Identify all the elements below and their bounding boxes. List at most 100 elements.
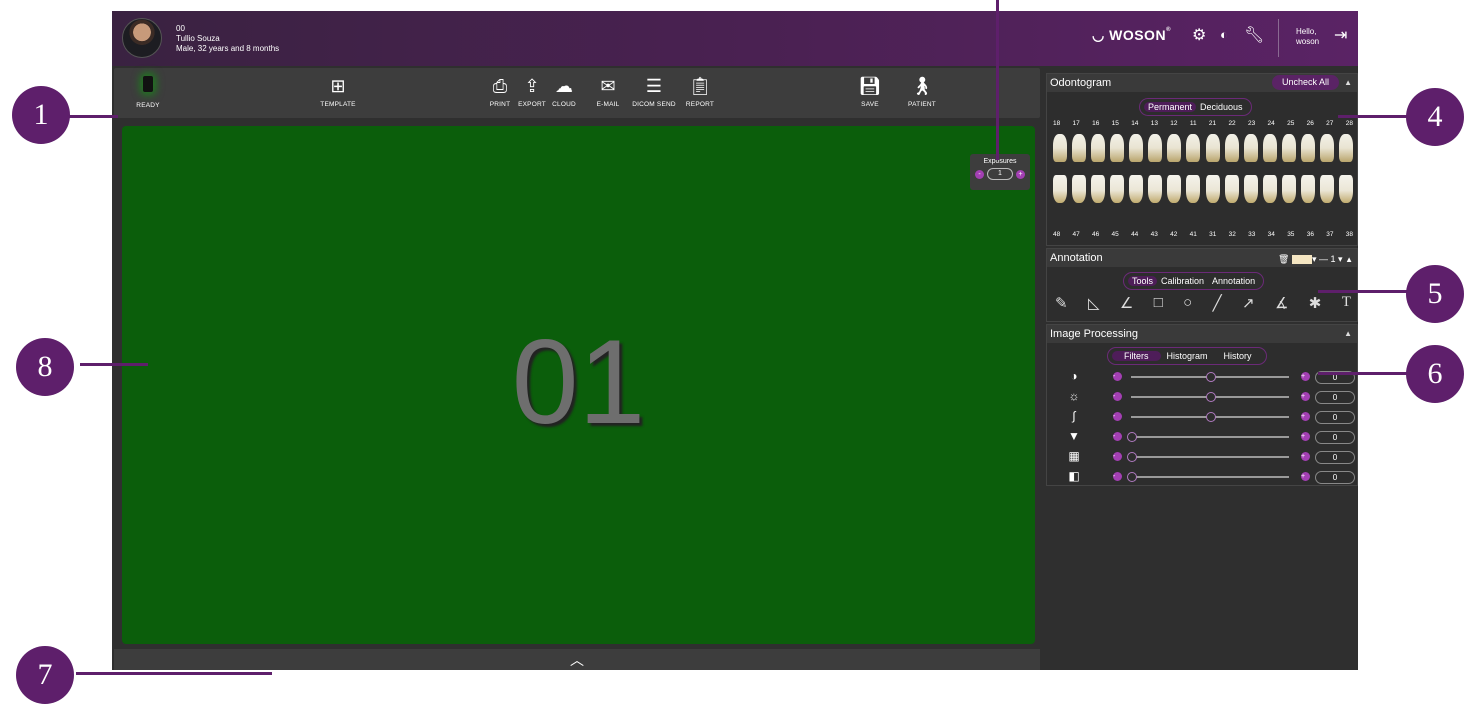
filter-slider[interactable] [1127, 432, 1289, 442]
color-swatch[interactable] [1291, 255, 1312, 265]
tooth-14[interactable] [1129, 134, 1144, 162]
text-icon[interactable]: T [1342, 294, 1351, 312]
filter-increment-button[interactable]: + [1301, 412, 1310, 421]
rectangle-icon[interactable]: □ [1154, 294, 1163, 312]
ready-button[interactable]: READY [118, 74, 178, 109]
tooth-32[interactable] [1224, 175, 1239, 203]
exposures-increment-button[interactable]: + [1016, 169, 1025, 179]
filter-decrement-button[interactable]: - [1113, 472, 1122, 481]
tooth-15[interactable] [1110, 134, 1125, 162]
tooth-27[interactable] [1319, 134, 1334, 162]
filter-decrement-button[interactable]: - [1113, 412, 1122, 421]
tooth-41[interactable] [1186, 175, 1201, 203]
tab-calibration[interactable]: Calibration [1157, 276, 1208, 286]
filter-decrement-button[interactable]: - [1113, 452, 1122, 461]
tooth-16[interactable] [1091, 134, 1106, 162]
tab-histogram[interactable]: Histogram [1161, 351, 1214, 361]
filter-value[interactable]: 0 [1315, 411, 1355, 424]
bottom-drawer-bar[interactable]: ︿ [114, 649, 1040, 670]
tooth-18[interactable] [1053, 134, 1067, 162]
collapse-caret-icon[interactable]: ▲ [1345, 255, 1353, 264]
tab-history[interactable]: History [1214, 351, 1262, 361]
tooth-47[interactable] [1072, 175, 1087, 203]
tooth-37[interactable] [1319, 175, 1334, 203]
tooth-11[interactable] [1186, 134, 1201, 162]
filter-slider[interactable] [1127, 472, 1289, 482]
contrast-icon[interactable]: ◐ [1220, 27, 1228, 42]
tooth-21[interactable] [1205, 134, 1220, 162]
report-button[interactable]: 📋︎ REPORT [670, 74, 730, 108]
tooth-48[interactable] [1053, 175, 1067, 203]
patient-button[interactable]: 🚶︎ PATIENT [892, 74, 952, 108]
slider-knob[interactable] [1127, 432, 1137, 442]
gear-icon[interactable]: ⚙ [1192, 25, 1206, 45]
patient-avatar[interactable] [122, 18, 162, 58]
tooth-17[interactable] [1072, 134, 1087, 162]
tooth-23[interactable] [1243, 134, 1258, 162]
tooth-43[interactable] [1148, 175, 1163, 203]
tooth-12[interactable] [1167, 134, 1182, 162]
color-dropdown-icon[interactable]: ▾ [1312, 254, 1317, 264]
collapse-caret-icon[interactable]: ▲ [1344, 74, 1352, 92]
filter-decrement-button[interactable]: - [1113, 372, 1122, 381]
template-button[interactable]: ⊞ TEMPLATE [308, 74, 368, 108]
width-dropdown-icon[interactable]: ▾ [1338, 254, 1343, 264]
tooth-28[interactable] [1338, 134, 1353, 162]
filter-increment-button[interactable]: + [1301, 472, 1310, 481]
tooth-44[interactable] [1129, 175, 1144, 203]
wrench-icon[interactable]: 🔧︎ [1244, 25, 1264, 45]
tooth-36[interactable] [1300, 175, 1315, 203]
tooth-45[interactable] [1110, 175, 1125, 203]
filter-value[interactable]: 0 [1315, 471, 1355, 484]
filter-value[interactable]: 0 [1315, 431, 1355, 444]
exposures-decrement-button[interactable]: - [975, 169, 984, 179]
filter-slider[interactable] [1127, 452, 1289, 462]
tooth-34[interactable] [1262, 175, 1277, 203]
circle-icon[interactable]: ○ [1183, 294, 1192, 312]
chevron-up-icon[interactable]: ︿ [570, 652, 584, 668]
trash-icon[interactable]: 🗑︎ [1278, 254, 1289, 264]
angle-icon[interactable]: ∠ [1120, 294, 1133, 312]
tooth-38[interactable] [1338, 175, 1353, 203]
filter-increment-button[interactable]: + [1301, 432, 1310, 441]
image-viewport[interactable]: 01 [122, 126, 1035, 644]
filter-value[interactable]: 0 [1315, 451, 1355, 464]
arrow-icon[interactable]: ↗ [1242, 294, 1255, 312]
filter-increment-button[interactable]: + [1301, 452, 1310, 461]
tooth-35[interactable] [1281, 175, 1296, 203]
tooth-22[interactable] [1224, 134, 1239, 162]
tooth-33[interactable] [1243, 175, 1258, 203]
slider-knob[interactable] [1127, 452, 1137, 462]
tab-filters[interactable]: Filters [1112, 351, 1161, 361]
line-icon[interactable]: ╱ [1213, 294, 1222, 312]
tab-permanent[interactable]: Permanent [1144, 102, 1197, 112]
filter-decrement-button[interactable]: - [1113, 432, 1122, 441]
filter-slider[interactable] [1131, 392, 1289, 402]
filter-value[interactable]: 0 [1315, 391, 1355, 404]
angle-triangle-icon[interactable]: ◺ [1088, 294, 1100, 312]
exposures-value[interactable]: 1 [987, 168, 1013, 180]
tooth-31[interactable] [1205, 175, 1220, 203]
tooth-42[interactable] [1167, 175, 1182, 203]
tooth-25[interactable] [1281, 134, 1296, 162]
slider-knob[interactable] [1206, 392, 1216, 402]
tab-deciduous[interactable]: Deciduous [1196, 102, 1247, 112]
slider-knob[interactable] [1127, 472, 1137, 482]
slider-knob[interactable] [1206, 372, 1216, 382]
tooth-46[interactable] [1091, 175, 1106, 203]
slider-knob[interactable] [1206, 412, 1216, 422]
filter-decrement-button[interactable]: - [1113, 392, 1122, 401]
asterisk-icon[interactable]: ✱ [1309, 294, 1322, 312]
tooth-24[interactable] [1262, 134, 1277, 162]
ruler-icon[interactable]: ✎ [1055, 294, 1068, 312]
tab-annotation[interactable]: Annotation [1208, 276, 1259, 286]
logout-icon[interactable]: ⇥ [1334, 25, 1347, 45]
filter-increment-button[interactable]: + [1301, 392, 1310, 401]
collapse-caret-icon[interactable]: ▲ [1344, 325, 1352, 343]
filter-increment-button[interactable]: + [1301, 372, 1310, 381]
filter-slider[interactable] [1131, 412, 1289, 422]
pencil-icon[interactable]: ∡ [1275, 294, 1288, 312]
tooth-26[interactable] [1300, 134, 1315, 162]
filter-slider[interactable] [1131, 372, 1289, 382]
tooth-13[interactable] [1148, 134, 1163, 162]
